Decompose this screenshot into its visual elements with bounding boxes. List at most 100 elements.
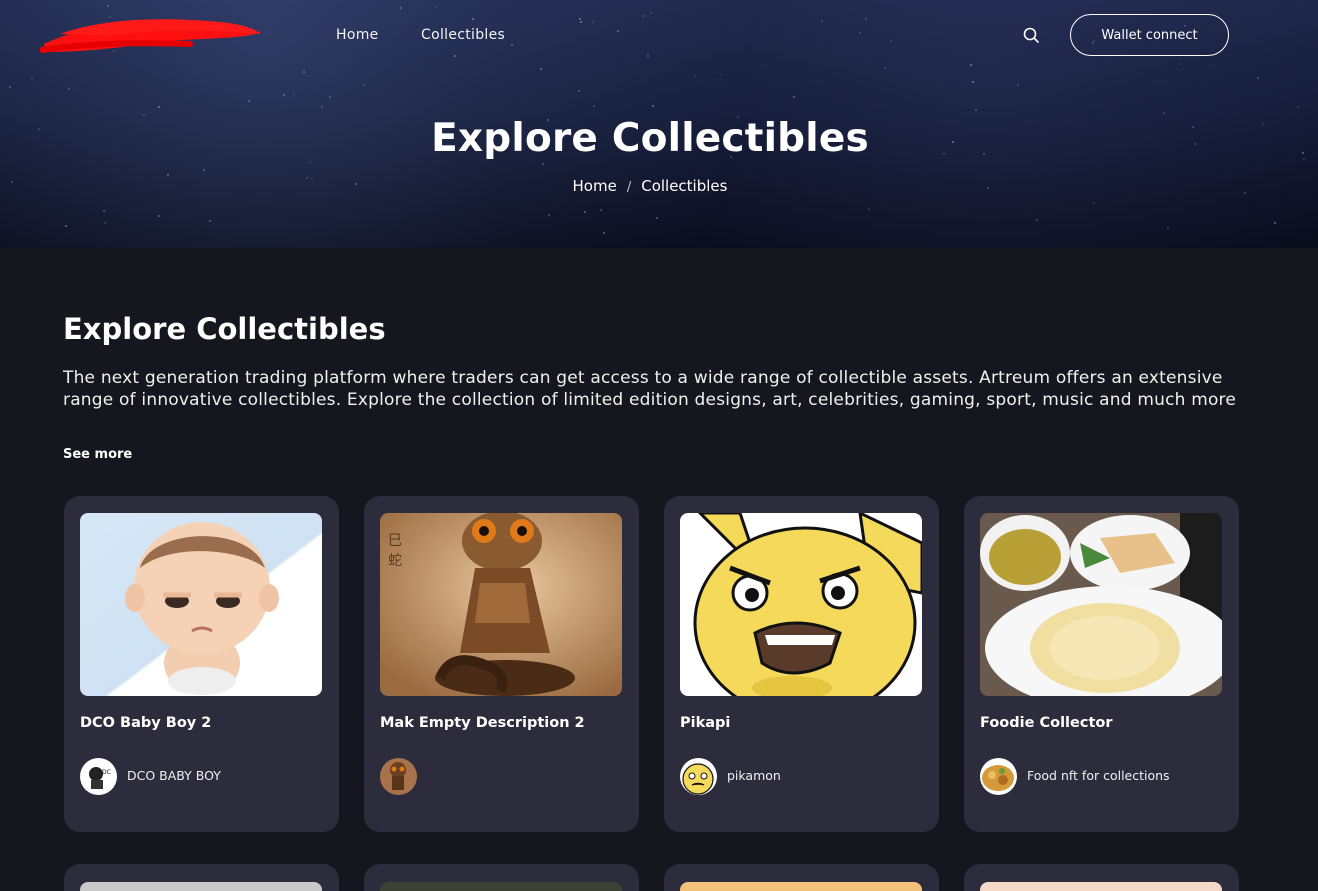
star-dot bbox=[865, 18, 867, 20]
card-image bbox=[380, 882, 622, 891]
breadcrumb-current: Collectibles bbox=[641, 177, 728, 195]
star-dot bbox=[890, 40, 892, 42]
wallet-connect-button[interactable]: Wallet connect bbox=[1070, 14, 1229, 56]
svg-text:巳: 巳 bbox=[388, 533, 402, 549]
star-dot bbox=[203, 169, 205, 171]
star-dot bbox=[1179, 63, 1181, 65]
site-logo-redacted[interactable] bbox=[39, 14, 266, 58]
collectible-card[interactable] bbox=[964, 864, 1239, 891]
see-more-link[interactable]: See more bbox=[63, 447, 132, 462]
star-dot bbox=[584, 211, 586, 213]
nav-collectibles-link[interactable]: Collectibles bbox=[421, 27, 505, 43]
card-title: DCO Baby Boy 2 bbox=[80, 715, 212, 731]
star-dot bbox=[511, 44, 513, 46]
star-dot bbox=[107, 5, 109, 7]
card-creator: Food nft for collections bbox=[1027, 768, 1170, 783]
snake-avatar bbox=[380, 758, 417, 795]
star-dot bbox=[647, 55, 649, 57]
svg-text:蛇: 蛇 bbox=[388, 553, 402, 569]
card-image bbox=[980, 882, 1222, 891]
star-dot bbox=[158, 215, 160, 217]
card-image bbox=[680, 882, 922, 891]
star-dot bbox=[884, 67, 886, 69]
dco-logo-avatar: DC bbox=[80, 758, 117, 795]
star-dot bbox=[542, 163, 544, 165]
star-dot bbox=[970, 64, 972, 66]
star-dot bbox=[719, 79, 721, 81]
star-dot bbox=[540, 68, 542, 70]
star-dot bbox=[1274, 222, 1276, 224]
star-dot bbox=[472, 18, 474, 20]
breadcrumb: Home / Collectibles bbox=[0, 177, 1300, 195]
star-dot bbox=[972, 81, 974, 83]
star-dot bbox=[1163, 112, 1165, 114]
star-dot bbox=[617, 30, 619, 32]
star-dot bbox=[1257, 77, 1259, 79]
card-creator: pikamon bbox=[727, 768, 781, 783]
star-dot bbox=[593, 105, 595, 107]
hero-title: Explore Collectibles bbox=[431, 116, 869, 161]
star-dot bbox=[859, 32, 861, 34]
star-dot bbox=[303, 71, 305, 73]
star-dot bbox=[1303, 158, 1305, 160]
star-dot bbox=[1036, 219, 1038, 221]
star-dot bbox=[363, 84, 365, 86]
collectible-card[interactable]: Foodie Collector Food nft for collection… bbox=[964, 496, 1239, 832]
star-dot bbox=[578, 90, 580, 92]
pikachu-avatar bbox=[680, 758, 717, 795]
star-dot bbox=[694, 75, 696, 77]
card-image bbox=[80, 882, 322, 891]
star-dot bbox=[68, 88, 70, 90]
star-dot bbox=[1302, 152, 1304, 154]
star-dot bbox=[209, 220, 211, 222]
star-dot bbox=[603, 232, 605, 234]
collectible-card[interactable]: 巳 蛇 Mak Empty Description 2 bbox=[364, 496, 639, 832]
breadcrumb-home-link[interactable]: Home bbox=[573, 177, 617, 195]
star-dot bbox=[321, 106, 323, 108]
star-dot bbox=[793, 96, 795, 98]
star-dot bbox=[652, 105, 654, 107]
star-dot bbox=[329, 96, 331, 98]
star-dot bbox=[868, 208, 870, 210]
collectible-card[interactable]: DCO Baby Boy 2 DC DCO BABY BOY bbox=[64, 496, 339, 832]
svg-text:DC: DC bbox=[102, 769, 111, 776]
star-dot bbox=[1093, 202, 1095, 204]
chicken-rice-image bbox=[980, 513, 1222, 696]
search-icon[interactable] bbox=[1021, 25, 1041, 45]
star-dot bbox=[600, 209, 602, 211]
star-dot bbox=[283, 94, 285, 96]
star-dot bbox=[821, 20, 823, 22]
breadcrumb-separator: / bbox=[626, 180, 632, 195]
card-title: Pikapi bbox=[680, 715, 731, 731]
star-dot bbox=[642, 15, 644, 17]
star-dot bbox=[975, 109, 977, 111]
star-dot bbox=[309, 161, 311, 163]
collectible-card[interactable] bbox=[364, 864, 639, 891]
food-avatar bbox=[980, 758, 1017, 795]
star-dot bbox=[9, 86, 11, 88]
collectible-card[interactable] bbox=[64, 864, 339, 891]
nav-home-link[interactable]: Home bbox=[336, 27, 379, 43]
star-dot bbox=[435, 6, 437, 8]
snake-monk-image: 巳 蛇 bbox=[380, 513, 622, 696]
star-dot bbox=[1297, 106, 1299, 108]
star-dot bbox=[65, 225, 67, 227]
star-dot bbox=[293, 93, 295, 95]
section-description: The next generation trading platform whe… bbox=[63, 368, 1237, 410]
card-title: Foodie Collector bbox=[980, 715, 1113, 731]
star-dot bbox=[103, 210, 105, 212]
star-dot bbox=[656, 217, 658, 219]
star-dot bbox=[592, 21, 594, 23]
baby-cartoon-image bbox=[80, 513, 322, 696]
angry-pikachu-image bbox=[680, 513, 922, 696]
star-dot bbox=[104, 222, 106, 224]
star-dot bbox=[31, 77, 33, 79]
star-dot bbox=[158, 106, 160, 108]
collectible-card[interactable]: Pikapi pikamon bbox=[664, 496, 939, 832]
star-dot bbox=[454, 55, 456, 57]
star-dot bbox=[548, 214, 550, 216]
section-title: Explore Collectibles bbox=[63, 312, 386, 346]
collectible-card[interactable] bbox=[664, 864, 939, 891]
card-creator: DCO BABY BOY bbox=[127, 768, 221, 783]
star-dot bbox=[580, 21, 582, 23]
